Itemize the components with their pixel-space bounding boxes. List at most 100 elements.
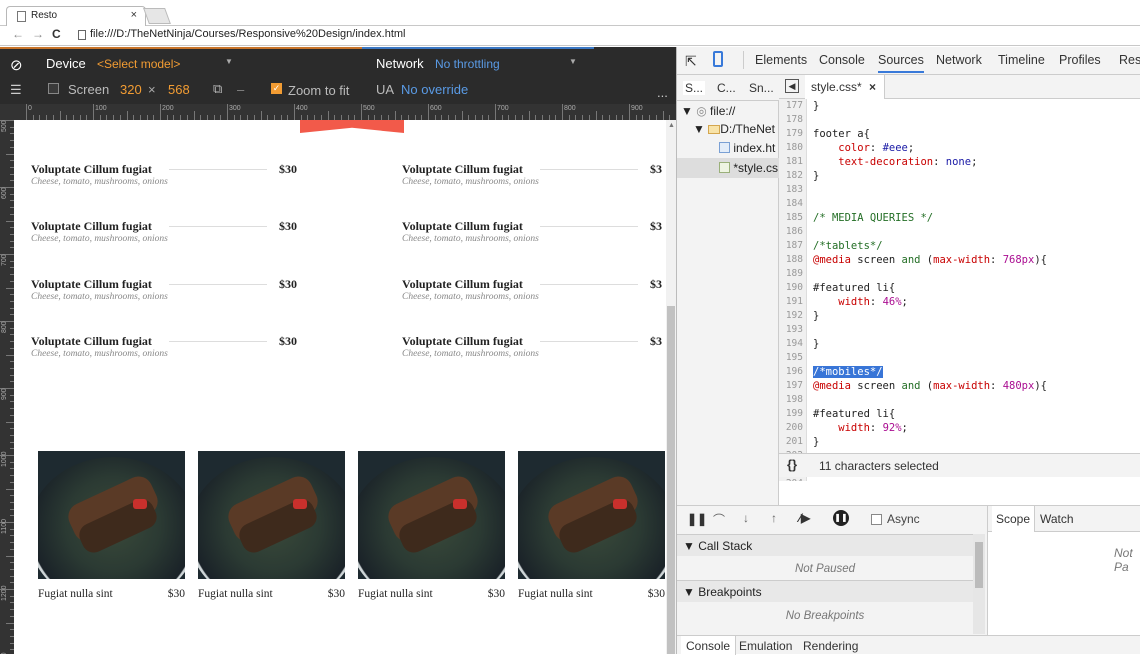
line-number[interactable]: 194: [779, 337, 806, 351]
drawer-tab-rendering[interactable]: Rendering: [803, 639, 858, 653]
editor-tab-style[interactable]: style.css* ×: [805, 75, 885, 99]
deactivate-breakpoints-icon[interactable]: ⁄▶: [799, 511, 810, 525]
navigator-tab-content[interactable]: C...: [717, 81, 736, 95]
call-stack-header[interactable]: ▼ Call Stack: [677, 534, 973, 556]
code-token: 92%: [882, 422, 902, 434]
menu-item: Voluptate Cillum fugiat $3 Cheese, tomato,…: [402, 277, 666, 311]
line-number[interactable]: 180: [779, 141, 806, 155]
code-line: /*tablets*/: [813, 239, 1140, 253]
code-token: }: [813, 100, 820, 112]
tree-file-style[interactable]: *style.cs: [677, 158, 779, 178]
editor-tab-close-icon[interactable]: ×: [869, 80, 876, 94]
code-area[interactable]: } footer a{ color: #eee; text-decoration…: [813, 99, 1140, 481]
device-select[interactable]: <Select model>: [97, 57, 180, 71]
navigator-tab-sources[interactable]: S...: [683, 81, 706, 95]
gallery-item-price: $30: [167, 588, 185, 600]
ua-select[interactable]: No override: [401, 82, 468, 97]
menu-item-divider: [540, 341, 638, 342]
line-number[interactable]: 199: [779, 407, 806, 421]
line-number[interactable]: 182: [779, 169, 806, 183]
line-number[interactable]: 186: [779, 225, 806, 239]
line-number[interactable]: 198: [779, 393, 806, 407]
device-mode-icon[interactable]: [713, 51, 723, 67]
menu-item-name: Voluptate Cillum fugiat: [31, 334, 152, 348]
step-over-icon[interactable]: ⌒: [713, 511, 725, 528]
pretty-print-button[interactable]: {}: [787, 457, 797, 472]
step-into-icon[interactable]: ↓: [743, 511, 749, 525]
line-number[interactable]: 201: [779, 435, 806, 449]
line-number[interactable]: 179: [779, 127, 806, 141]
inspect-icon[interactable]: ⇱: [685, 53, 697, 70]
async-checkbox[interactable]: [871, 514, 882, 525]
swap-dimensions-icon[interactable]: ⧉: [213, 81, 222, 97]
new-tab-button[interactable]: [143, 8, 171, 24]
line-number[interactable]: 200: [779, 421, 806, 435]
debugger-scroll-thumb[interactable]: [975, 542, 983, 588]
zoom-checkbox[interactable]: ✓: [271, 83, 282, 94]
line-number[interactable]: 196: [779, 365, 806, 379]
navigator-tab-snippets[interactable]: Sn...: [749, 81, 774, 95]
line-number[interactable]: 183: [779, 183, 806, 197]
tree-folder[interactable]: ▼ D:/TheNet: [693, 122, 775, 136]
network-select[interactable]: No throttling: [435, 57, 500, 71]
tab-sources[interactable]: Sources: [878, 53, 924, 73]
line-number[interactable]: 195: [779, 351, 806, 365]
code-token: max-width: [933, 380, 991, 392]
line-number[interactable]: 189: [779, 267, 806, 281]
scroll-up-icon[interactable]: ▲: [668, 122, 675, 129]
tab-scope[interactable]: Scope: [992, 506, 1036, 532]
drawer-tab-console[interactable]: Console: [681, 636, 737, 655]
back-icon[interactable]: ←: [12, 27, 24, 41]
media-query-icon[interactable]: ☰: [10, 82, 22, 98]
viewport-scrollbar[interactable]: ▲: [666, 120, 676, 654]
line-number[interactable]: 190: [779, 281, 806, 295]
screen-height-input[interactable]: 568: [168, 82, 190, 97]
tree-root-label: file://: [710, 104, 736, 118]
tree-file-index[interactable]: index.ht: [719, 141, 775, 155]
line-number[interactable]: 204: [779, 477, 806, 481]
tab-elements[interactable]: Elements: [755, 53, 807, 67]
screen-width-input[interactable]: 320: [120, 82, 142, 97]
line-number[interactable]: 184: [779, 197, 806, 211]
menu-item-divider: [540, 284, 638, 285]
ruler-label: 700: [497, 105, 509, 112]
tab-network[interactable]: Network: [936, 53, 982, 67]
forward-icon[interactable]: →: [32, 27, 44, 41]
browser-tab[interactable]: Resto ×: [6, 6, 146, 26]
pause-on-exceptions-icon[interactable]: ❚❚: [833, 510, 849, 526]
tab-watch[interactable]: Watch: [1040, 512, 1074, 526]
tab-profiles[interactable]: Profiles: [1059, 53, 1101, 67]
line-number[interactable]: 193: [779, 323, 806, 337]
line-number[interactable]: 197: [779, 379, 806, 393]
debugger-scrollbar[interactable]: [973, 534, 985, 634]
reload-icon[interactable]: C: [52, 27, 61, 41]
code-token: }: [813, 310, 820, 322]
code-line: }: [813, 435, 1140, 449]
dpr-field[interactable]: –: [237, 82, 244, 97]
url-field[interactable]: file:///D:/TheNetNinja/Courses/Responsiv…: [78, 27, 1138, 44]
tab-console[interactable]: Console: [819, 53, 865, 67]
scrollbar-thumb[interactable]: [667, 306, 675, 654]
gallery-image: [358, 451, 505, 579]
breakpoints-header[interactable]: ▼ Breakpoints: [677, 580, 973, 602]
tab-timeline[interactable]: Timeline: [998, 53, 1045, 67]
tab-close-icon[interactable]: ×: [131, 9, 137, 21]
drawer-tab-emulation[interactable]: Emulation: [739, 639, 792, 653]
menu-item-name: Voluptate Cillum fugiat: [402, 219, 523, 233]
line-number[interactable]: 187: [779, 239, 806, 253]
line-number[interactable]: 188: [779, 253, 806, 267]
disable-emulation-icon[interactable]: ⊘: [10, 56, 23, 74]
line-number[interactable]: 192: [779, 309, 806, 323]
line-number[interactable]: 181: [779, 155, 806, 169]
tab-resources[interactable]: Resou: [1119, 53, 1140, 67]
toggle-navigator-icon[interactable]: ◀: [785, 79, 799, 93]
step-out-icon[interactable]: ↑: [771, 511, 777, 525]
screen-checkbox[interactable]: [48, 83, 59, 94]
tree-root[interactable]: ▼ ◎ file://: [681, 104, 735, 118]
line-number[interactable]: 177: [779, 99, 806, 113]
line-number[interactable]: 178: [779, 113, 806, 127]
line-number[interactable]: 191: [779, 295, 806, 309]
pause-icon[interactable]: ❚❚: [687, 512, 707, 526]
more-options-icon[interactable]: ...: [657, 85, 668, 100]
line-number[interactable]: 185: [779, 211, 806, 225]
